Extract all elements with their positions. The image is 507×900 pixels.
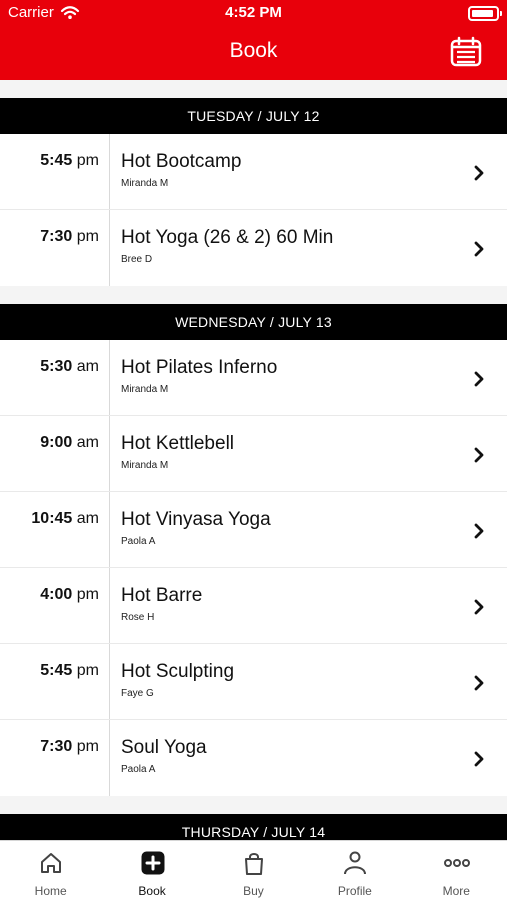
row-divider	[109, 568, 110, 643]
class-name: Hot Barre	[121, 585, 203, 606]
tab-label: Book	[138, 884, 166, 898]
class-time: 5:45 pm	[40, 662, 99, 679]
tab-more[interactable]: More	[406, 841, 507, 900]
page-title: Book	[229, 39, 278, 62]
status-bar: Carrier 4:52 PM	[0, 0, 507, 26]
shopping-bag-icon	[244, 853, 263, 875]
day-section: TUESDAY / JULY 12 5:45 pm Hot Bootcamp M…	[0, 98, 507, 286]
class-time: 5:45 pm	[40, 152, 99, 169]
more-icon	[443, 859, 470, 867]
tab-book[interactable]: Book	[102, 841, 203, 900]
class-row[interactable]: 5:45 pm Hot Bootcamp Miranda M	[0, 134, 507, 210]
chevron-right-icon[interactable]	[468, 520, 490, 542]
day-header: TUESDAY / JULY 12	[0, 98, 507, 134]
day-section: THURSDAY / JULY 14	[0, 814, 507, 840]
row-divider	[109, 644, 110, 719]
tab-profile[interactable]: Profile	[304, 841, 405, 900]
class-row[interactable]: 7:30 pm Hot Yoga (26 & 2) 60 Min Bree D	[0, 210, 507, 286]
row-divider	[109, 492, 110, 567]
class-name: Hot Pilates Inferno	[121, 357, 278, 378]
class-row[interactable]: 9:00 am Hot Kettlebell Miranda M	[0, 416, 507, 492]
bottom-tab-bar: Home Book Buy Profile More	[0, 840, 507, 900]
instructor-name: Miranda M	[121, 178, 169, 189]
class-time: 9:00 am	[40, 434, 99, 451]
class-time: 7:30 pm	[40, 228, 99, 245]
class-row[interactable]: 5:30 am Hot Pilates Inferno Miranda M	[0, 340, 507, 416]
chevron-right-icon[interactable]	[468, 444, 490, 466]
row-divider	[109, 210, 110, 286]
chevron-right-icon[interactable]	[468, 672, 490, 694]
tab-buy[interactable]: Buy	[203, 841, 304, 900]
class-time: 4:00 pm	[40, 586, 99, 603]
class-row[interactable]: 7:30 pm Soul Yoga Paola A	[0, 720, 507, 796]
class-row[interactable]: 5:45 pm Hot Sculpting Faye G	[0, 644, 507, 720]
tab-label: Profile	[337, 884, 372, 898]
chevron-right-icon[interactable]	[468, 368, 490, 390]
row-divider	[109, 416, 110, 491]
chevron-right-icon[interactable]	[468, 238, 490, 260]
class-time: 7:30 pm	[40, 738, 99, 755]
tab-label: Buy	[243, 884, 264, 898]
instructor-name: Faye G	[121, 688, 154, 699]
instructor-name: Paola A	[121, 764, 156, 775]
tab-label: More	[442, 884, 470, 898]
status-time: 4:52 PM	[225, 4, 282, 21]
class-name: Hot Bootcamp	[121, 151, 242, 172]
day-section: WEDNESDAY / JULY 13 5:30 am Hot Pilates …	[0, 304, 507, 796]
battery-icon	[468, 6, 502, 21]
row-divider	[109, 134, 110, 209]
class-name: Hot Yoga (26 & 2) 60 Min	[121, 227, 334, 248]
class-name: Hot Kettlebell	[121, 433, 235, 454]
tab-label: Home	[34, 884, 67, 898]
instructor-name: Bree D	[121, 254, 153, 265]
row-divider	[109, 340, 110, 415]
class-name: Hot Vinyasa Yoga	[121, 509, 271, 530]
plus-square-icon	[141, 851, 165, 875]
instructor-name: Miranda M	[121, 384, 169, 395]
app-header: Carrier 4:52 PM Book	[0, 0, 507, 80]
instructor-name: Rose H	[121, 612, 155, 623]
class-name: Hot Sculpting	[121, 661, 235, 682]
instructor-name: Paola A	[121, 536, 156, 547]
chevron-right-icon[interactable]	[468, 748, 490, 770]
class-name: Soul Yoga	[121, 737, 207, 758]
day-header: WEDNESDAY / JULY 13	[0, 304, 507, 340]
row-divider	[109, 720, 110, 796]
class-schedule-list[interactable]: TUESDAY / JULY 12 5:45 pm Hot Bootcamp M…	[0, 80, 507, 840]
class-row[interactable]: 10:45 am Hot Vinyasa Yoga Paola A	[0, 492, 507, 568]
class-row[interactable]: 4:00 pm Hot Barre Rose H	[0, 568, 507, 644]
home-icon	[41, 853, 62, 873]
tab-home[interactable]: Home	[0, 841, 101, 900]
chevron-right-icon[interactable]	[468, 596, 490, 618]
day-header: THURSDAY / JULY 14	[0, 814, 507, 840]
chevron-right-icon[interactable]	[468, 162, 490, 184]
instructor-name: Miranda M	[121, 460, 169, 471]
booking-screen: Carrier 4:52 PM Book TUESDAY / JULY 12 5…	[0, 0, 507, 900]
profile-icon	[344, 851, 367, 875]
class-time: 10:45 am	[31, 510, 99, 527]
calendar-icon[interactable]	[450, 36, 482, 68]
class-time: 5:30 am	[40, 358, 99, 375]
